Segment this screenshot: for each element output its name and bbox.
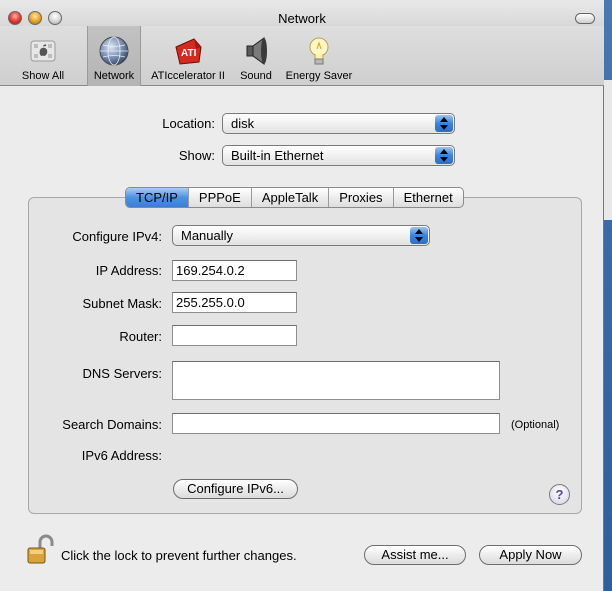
configure-ipv4-value: Manually	[181, 228, 234, 243]
popup-arrows-icon	[410, 227, 428, 244]
tab-pppoe[interactable]: PPPoE	[189, 188, 252, 207]
speaker-icon	[246, 37, 267, 65]
svg-text:ATI: ATI	[181, 48, 197, 59]
apple-grid-icon	[30, 40, 56, 62]
toolbar-item-label: Network	[93, 70, 135, 82]
search-domains-field[interactable]	[172, 413, 500, 434]
subnet-mask-label: Subnet Mask:	[82, 296, 163, 311]
tab-proxies[interactable]: Proxies	[329, 188, 394, 207]
lock-icon[interactable]	[26, 534, 54, 566]
router-field[interactable]	[172, 325, 297, 346]
toolbar-item-energy-saver[interactable]: Energy Saver	[282, 26, 356, 86]
toolbar-item-label: Energy Saver	[285, 70, 353, 82]
search-domains-label: Search Domains:	[62, 417, 162, 432]
dns-servers-label: DNS Servers:	[82, 366, 162, 381]
lock-message: Click the lock to prevent further change…	[61, 548, 297, 563]
location-popup[interactable]: disk	[222, 113, 455, 134]
ip-address-label: IP Address:	[95, 263, 162, 278]
apply-now-button[interactable]: Apply Now	[479, 545, 582, 565]
assist-me-button[interactable]: Assist me...	[364, 545, 466, 565]
search-domains-optional-hint: (Optional)	[511, 419, 560, 431]
title-bar: Network	[0, 0, 604, 26]
toolbar-item-show-all[interactable]: Show All	[12, 26, 74, 86]
help-button[interactable]: ?	[549, 484, 570, 505]
location-label: Location:	[162, 116, 215, 131]
show-label: Show:	[178, 148, 215, 163]
router-label: Router:	[119, 329, 162, 344]
location-value: disk	[231, 116, 255, 131]
show-value: Built-in Ethernet	[231, 148, 324, 163]
toolbar: Show All Network ATI ATIccelerator II So…	[0, 26, 604, 86]
network-preferences-window: Network Show All Network ATI ATIccelerat…	[0, 0, 604, 591]
toolbar-item-label: Show All	[21, 70, 65, 82]
ip-address-field[interactable]: 169.254.0.2	[172, 260, 297, 281]
tab-bar: TCP/IP PPPoE AppleTalk Proxies Ethernet	[125, 187, 464, 208]
globe-icon	[99, 36, 129, 66]
toolbar-item-aticcelerator[interactable]: ATI ATIccelerator II	[144, 26, 232, 86]
tab-ethernet[interactable]: Ethernet	[394, 188, 463, 207]
toolbar-item-network[interactable]: Network	[87, 26, 141, 86]
toolbar-item-sound[interactable]: Sound	[234, 26, 278, 86]
background-window-edge	[603, 80, 612, 220]
show-popup[interactable]: Built-in Ethernet	[222, 145, 455, 166]
configure-ipv4-label: Configure IPv4:	[72, 229, 162, 244]
configure-ipv6-button[interactable]: Configure IPv6...	[173, 479, 298, 499]
ati-icon: ATI	[175, 38, 202, 65]
tab-tcpip[interactable]: TCP/IP	[126, 188, 189, 207]
configure-ipv4-popup[interactable]: Manually	[172, 225, 430, 246]
dns-servers-field[interactable]	[172, 361, 500, 400]
lightbulb-icon	[309, 37, 329, 65]
toolbar-item-label: Sound	[240, 70, 272, 82]
tab-appletalk[interactable]: AppleTalk	[252, 188, 330, 207]
popup-arrows-icon	[435, 115, 453, 132]
popup-arrows-icon	[435, 147, 453, 164]
toolbar-item-label: ATIccelerator II	[151, 70, 225, 82]
toolbar-toggle-button[interactable]	[575, 13, 595, 24]
ipv6-address-label: IPv6 Address:	[81, 448, 162, 463]
window-title: Network	[278, 11, 326, 26]
subnet-mask-field[interactable]: 255.255.0.0	[172, 292, 297, 313]
